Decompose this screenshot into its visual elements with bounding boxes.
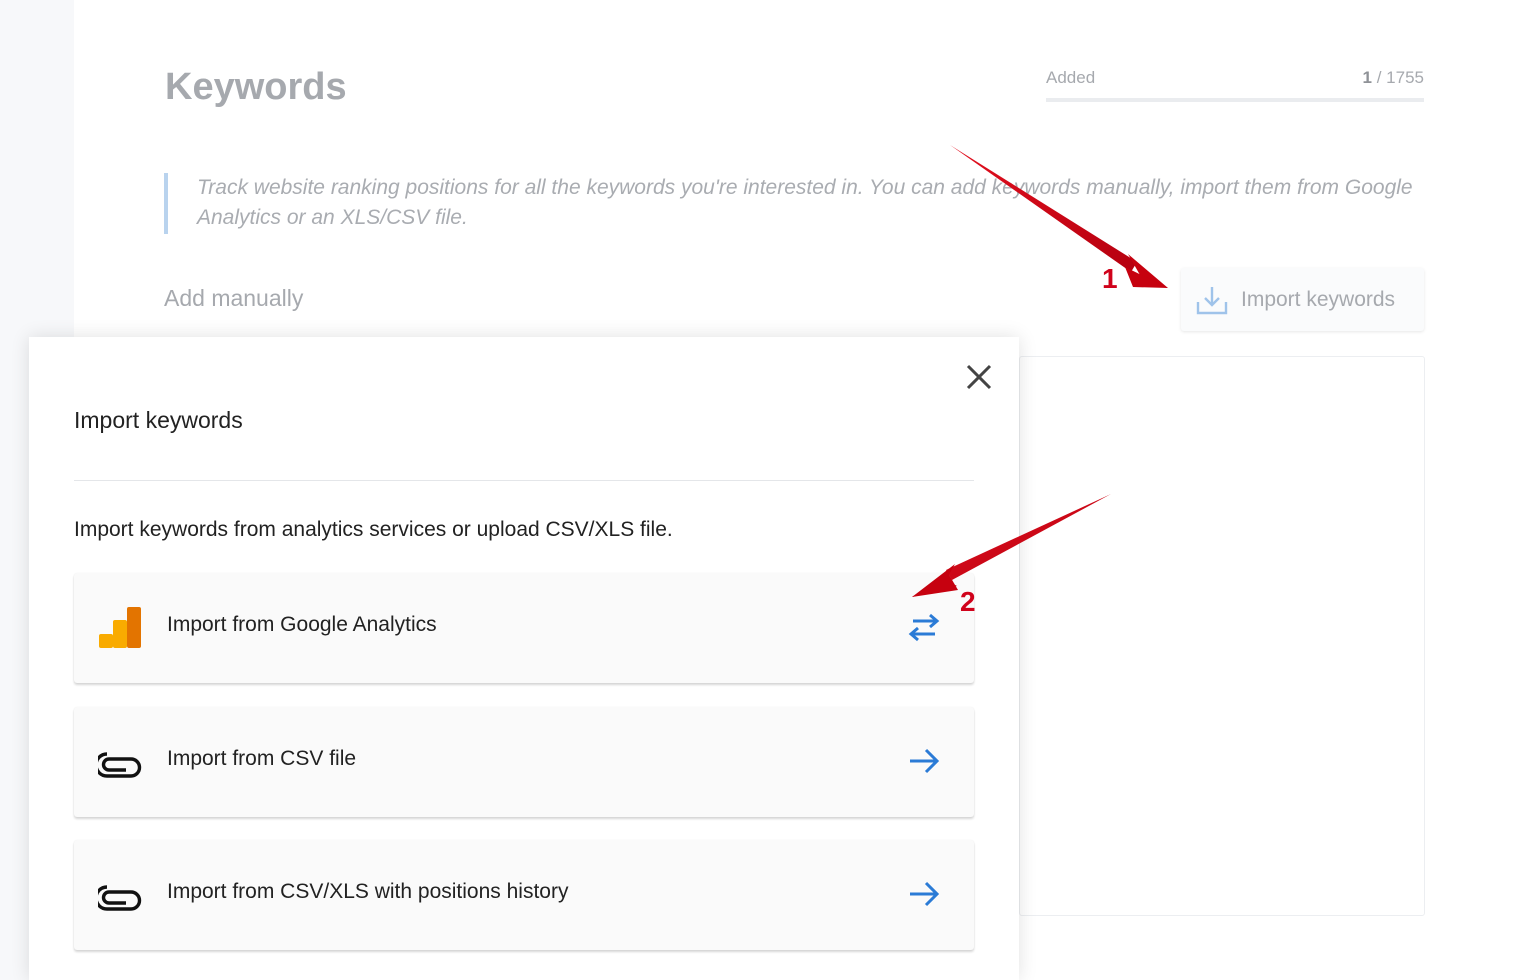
counter-total: 1755 [1386, 68, 1424, 87]
option-label: Import from Google Analytics [167, 613, 437, 636]
counter-label: Added [1046, 68, 1096, 87]
annotation-step-1: 1 [1102, 263, 1118, 294]
counter-value: 1 / 1755 [1363, 68, 1424, 88]
modal-title: Import keywords [74, 407, 243, 433]
page-title: Keywords [165, 66, 347, 108]
swap-arrows-icon [908, 613, 940, 642]
modal-divider [74, 480, 974, 481]
counter-current: 1 [1362, 68, 1372, 87]
keywords-panel [1019, 356, 1425, 916]
close-icon[interactable] [962, 360, 996, 394]
option-label: Import from CSV file [167, 747, 357, 770]
arrow-right-icon [910, 881, 940, 907]
import-keywords-modal: Import keywords Import keywords from ana… [29, 337, 1019, 980]
keywords-counter: Added 1 / 1755 [1046, 68, 1424, 102]
add-manually-tab[interactable]: Add manually [164, 285, 303, 312]
import-google-analytics-option[interactable]: Import from Google Analytics [74, 573, 974, 683]
import-csv-option[interactable]: Import from CSV file [74, 707, 974, 817]
download-icon [1196, 286, 1228, 314]
import-keywords-label: Import keywords [1241, 287, 1396, 311]
counter-separator: / [1372, 68, 1387, 87]
import-keywords-button[interactable]: Import keywords [1181, 268, 1424, 331]
annotation-step-2: 2 [960, 586, 976, 617]
google-analytics-icon [99, 607, 141, 648]
paperclip-icon [98, 885, 142, 911]
modal-description: Import keywords from analytics services … [74, 518, 673, 541]
arrow-right-icon [910, 748, 940, 774]
paperclip-icon [98, 752, 142, 778]
info-hint: Track website ranking positions for all … [164, 173, 1424, 234]
import-csv-xls-history-option[interactable]: Import from CSV/XLS with positions histo… [74, 840, 974, 950]
option-label: Import from CSV/XLS with positions histo… [167, 880, 569, 903]
